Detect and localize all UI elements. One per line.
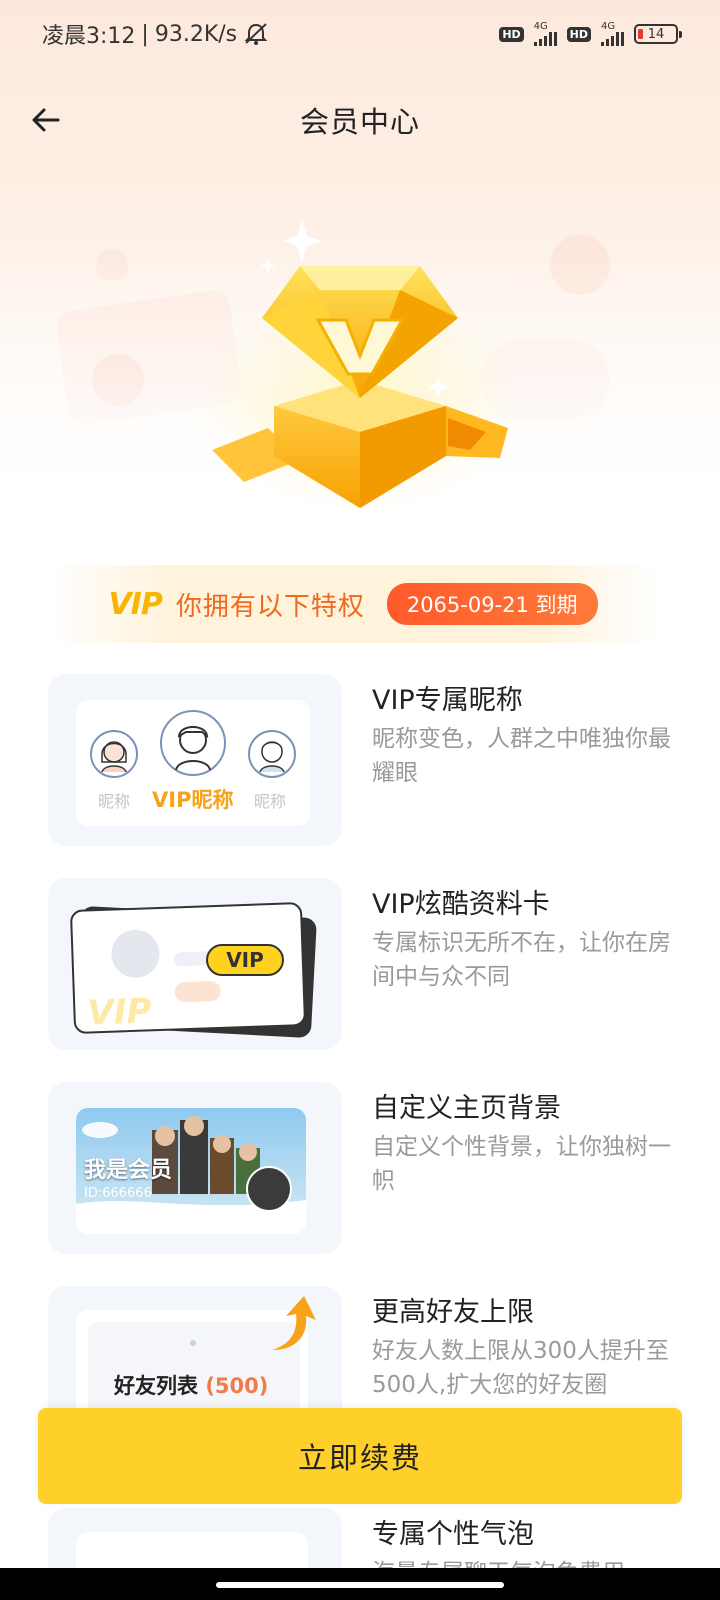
benefit-desc: 专属标识无所不在，让你在房间中与众不同	[372, 930, 671, 990]
hd-icon: HD	[566, 26, 591, 42]
vip-diamond-illustration	[200, 220, 520, 510]
back-button[interactable]	[24, 98, 68, 142]
vip-nickname-label: VIP昵称	[152, 788, 234, 812]
status-bar: 凌晨3:12 | 93.2K/s HD 4G HD 4G 14	[0, 0, 720, 68]
privilege-banner: VIP 你拥有以下特权 2065-09-21 到期	[48, 565, 658, 643]
mute-bell-icon	[244, 23, 268, 45]
friend-count: (500)	[205, 1374, 269, 1398]
benefit-custom-background[interactable]: 我是会员 ID:666666 自定义主页背景 自定义个性背景，让你独树一帜	[48, 1082, 671, 1254]
benefit-title: VIP专属昵称	[372, 685, 523, 716]
boy-avatar-icon	[175, 726, 211, 771]
nickname-label: 昵称	[254, 792, 287, 811]
arrow-left-icon	[32, 108, 60, 132]
system-nav-bar	[0, 1568, 720, 1600]
status-divider: |	[141, 21, 149, 47]
renew-button[interactable]: 立即续费	[38, 1408, 682, 1504]
benefit-vip-profile-card[interactable]: VIP VIP VIP炫酷资料卡 专属标识无所不在，让你在房间中与众不同	[48, 878, 671, 1050]
benefit-desc: 昵称变色，人群之中唯独你最耀眼	[372, 726, 671, 786]
avatar	[90, 730, 138, 778]
benefit-title: VIP炫酷资料卡	[372, 889, 550, 920]
homepage-preview: 我是会员 ID:666666	[76, 1108, 306, 1234]
girl-avatar-icon	[101, 741, 127, 773]
home-indicator[interactable]	[216, 1582, 504, 1588]
kid-avatar-icon	[259, 741, 285, 773]
benefit-vip-nickname[interactable]: 昵称 VIP昵称 昵称 VIP专属昵称 昵称变色，人群之中唯独你最耀眼	[48, 674, 671, 846]
benefit-thumbnail: 我是会员 ID:666666	[48, 1082, 342, 1254]
battery-icon: 14	[634, 24, 682, 44]
nickname-label: 昵称	[98, 792, 131, 811]
page-title: 会员中心	[299, 105, 420, 139]
benefit-title: 专属个性气泡	[372, 1519, 534, 1550]
benefit-thumbnail: VIP VIP	[48, 878, 342, 1050]
network-type: 4G	[533, 21, 548, 32]
signal-icon	[601, 32, 624, 46]
expire-badge: 2065-09-21 到期	[386, 583, 598, 625]
signal-icon	[533, 32, 557, 46]
homepage-id: ID:666666	[84, 1186, 152, 1201]
avatar	[248, 730, 296, 778]
benefit-title: 自定义主页背景	[372, 1093, 561, 1124]
status-time: 凌晨3:12	[42, 24, 136, 49]
homepage-title: 我是会员	[84, 1158, 173, 1183]
benefit-desc: 自定义个性背景，让你独树一帜	[372, 1134, 671, 1194]
network-type: 4G	[601, 21, 616, 32]
nickname-preview-card: 昵称 VIP昵称 昵称	[76, 700, 310, 826]
arrow-up-icon	[272, 1296, 316, 1350]
battery-level: 14	[647, 26, 665, 42]
hd-icon: HD	[499, 26, 524, 42]
benefit-desc: 好友人数上限从300人提升至500人,扩大您的好友圈	[372, 1338, 669, 1398]
avatar	[160, 710, 226, 776]
privilege-text: 你拥有以下特权	[175, 591, 365, 622]
vip-watermark: VIP	[86, 991, 153, 1034]
vip-badge: VIP	[206, 944, 284, 976]
avatar	[246, 1166, 292, 1212]
status-net-speed: 93.2K/s	[154, 21, 238, 47]
benefit-title: 更高好友上限	[372, 1297, 534, 1328]
avatar	[110, 929, 161, 979]
header: 会员中心	[0, 80, 720, 160]
benefit-thumbnail: 昵称 VIP昵称 昵称	[48, 674, 342, 846]
vip-logo: VIP	[108, 586, 162, 622]
friend-list-label: 好友列表 (500)	[114, 1374, 269, 1398]
